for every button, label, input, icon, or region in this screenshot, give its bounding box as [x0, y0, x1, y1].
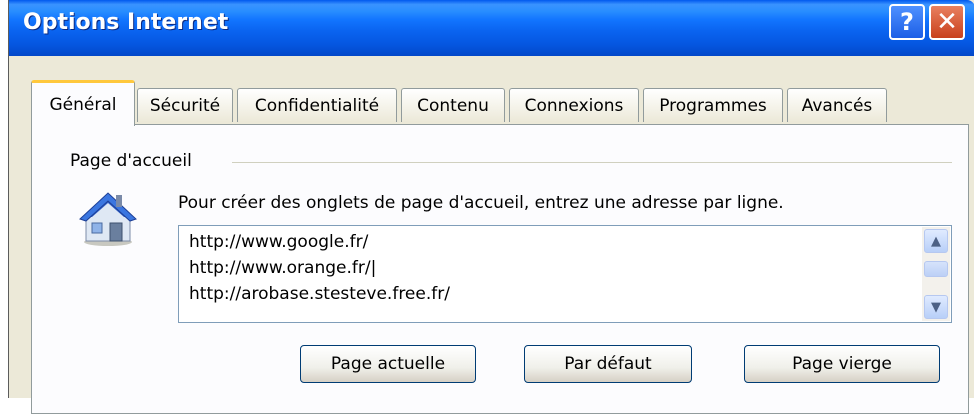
- options-internet-window: Options Internet ? ✕ Général Sécurité Co…: [8, 0, 974, 414]
- window-title: Options Internet: [23, 10, 229, 35]
- scroll-down-button[interactable]: ▼: [924, 295, 948, 319]
- tab-confidentialite[interactable]: Confidentialité: [237, 88, 397, 122]
- blank-page-button[interactable]: Page vierge: [744, 345, 940, 383]
- general-tab-panel: Page d'accueil Pour créer des onglets de…: [31, 124, 969, 414]
- current-page-button[interactable]: Page actuelle: [300, 345, 476, 383]
- homepage-group-label: Page d'accueil: [70, 151, 192, 171]
- help-button[interactable]: ?: [889, 4, 925, 40]
- vertical-scrollbar[interactable]: ▲ ▼: [922, 227, 950, 321]
- tab-label: Général: [49, 94, 117, 115]
- tab-avances[interactable]: Avancés: [787, 88, 887, 122]
- button-label: Page vierge: [792, 354, 892, 374]
- tab-label: Avancés: [801, 95, 873, 116]
- close-button[interactable]: ✕: [929, 4, 965, 40]
- close-icon: ✕: [936, 7, 958, 37]
- house-icon: [79, 192, 137, 246]
- url-line: http://www.orange.fr/|: [189, 258, 377, 278]
- help-icon: ?: [900, 8, 914, 36]
- tab-label: Confidentialité: [254, 95, 380, 116]
- group-divider: [232, 162, 952, 163]
- tab-general[interactable]: Général: [31, 80, 135, 126]
- button-label: Par défaut: [564, 354, 652, 374]
- title-bar[interactable]: Options Internet ? ✕: [9, 0, 974, 56]
- tab-label: Sécurité: [149, 95, 221, 116]
- tab-securite[interactable]: Sécurité: [137, 88, 233, 122]
- chevron-down-icon: ▼: [931, 299, 941, 315]
- scroll-up-button[interactable]: ▲: [924, 229, 948, 253]
- url-line: http://arobase.stesteve.free.fr/: [189, 284, 450, 304]
- url-line: http://www.google.fr/: [189, 232, 369, 252]
- tab-programmes[interactable]: Programmes: [643, 88, 783, 122]
- homepage-urls-textarea[interactable]: http://www.google.fr/ http://www.orange.…: [178, 225, 952, 323]
- tab-label: Connexions: [524, 95, 624, 116]
- tab-label: Contenu: [417, 95, 489, 116]
- default-page-button[interactable]: Par défaut: [524, 345, 692, 383]
- tab-connexions[interactable]: Connexions: [509, 88, 639, 122]
- chevron-up-icon: ▲: [931, 233, 941, 249]
- scroll-thumb[interactable]: [924, 261, 948, 277]
- tab-contenu[interactable]: Contenu: [401, 88, 505, 122]
- tab-label: Programmes: [659, 95, 767, 116]
- homepage-instruction: Pour créer des onglets de page d'accueil…: [178, 193, 784, 213]
- button-label: Page actuelle: [330, 354, 446, 374]
